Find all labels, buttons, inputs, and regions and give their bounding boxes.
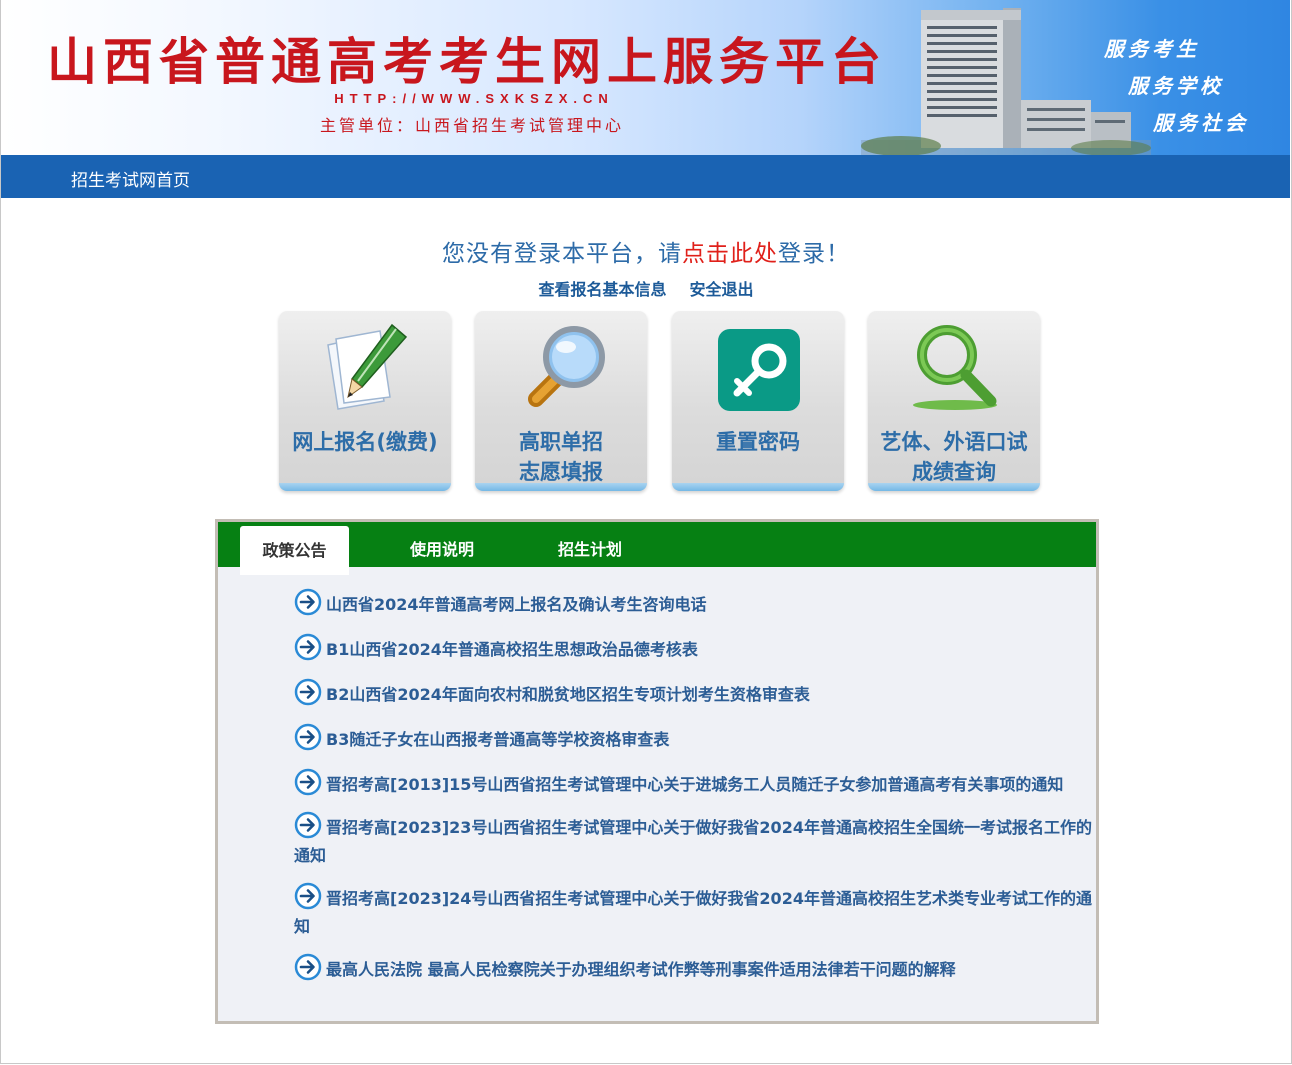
login-message-prefix: 您没有登录本平台，请 bbox=[442, 241, 682, 267]
tile-online-registration-label: 网上报名(缴费) bbox=[279, 427, 451, 457]
tile-vocational-application-label: 高职单招 志愿填报 bbox=[475, 427, 647, 487]
announcement-title: 晋招考高[2013]15号山西省招生考试管理中心关于进城务工人员随迁子女参加普通… bbox=[326, 775, 1064, 794]
building-illustration bbox=[861, 8, 1151, 155]
list-item[interactable]: 晋招考高[2023]23号山西省招生考试管理中心关于做好我省2024年普通高校招… bbox=[294, 811, 1094, 870]
announcement-list: 山西省2024年普通高考网上报名及确认考生咨询电话 B1山西省2024年普通高校… bbox=[294, 588, 1094, 984]
tile-online-registration[interactable]: 网上报名(缴费) bbox=[279, 311, 451, 491]
list-item[interactable]: 山西省2024年普通高考网上报名及确认考生咨询电话 bbox=[294, 588, 1094, 619]
login-message: 您没有登录本平台，请点击此处登录！ bbox=[0, 234, 1292, 268]
view-registration-info-link[interactable]: 查看报名基本信息 bbox=[538, 280, 666, 299]
pencil-paper-icon bbox=[327, 323, 408, 410]
header-banner: 山西省普通高考考生网上服务平台 HTTP://WWW.SXKSZX.CN 主管单… bbox=[1, 0, 1290, 155]
site-title: 山西省普通高考考生网上服务平台 bbox=[47, 33, 887, 91]
list-item[interactable]: B3随迁子女在山西报考普通高等学校资格审查表 bbox=[294, 723, 1094, 754]
slogan-1: 服务考生 bbox=[1104, 37, 1200, 61]
tile-reset-password[interactable]: 重置密码 bbox=[672, 311, 844, 491]
arrow-right-icon bbox=[294, 811, 322, 839]
site-url: HTTP://WWW.SXKSZX.CN bbox=[334, 91, 614, 106]
announcement-title: 山西省2024年普通高考网上报名及确认考生咨询电话 bbox=[326, 595, 707, 614]
tile-label-line2: 成绩查询 bbox=[912, 460, 996, 484]
tile-score-query[interactable]: 艺体、外语口试 成绩查询 bbox=[868, 311, 1040, 491]
announcement-title: 晋招考高[2023]23号山西省招生考试管理中心关于做好我省2024年普通高校招… bbox=[294, 818, 1092, 865]
account-links: 查看报名基本信息 安全退出 bbox=[0, 276, 1292, 300]
arrow-right-icon bbox=[294, 723, 322, 751]
slogan-2: 服务学校 bbox=[1128, 74, 1224, 98]
list-item[interactable]: B2山西省2024年面向农村和脱贫地区招生专项计划考生资格审查表 bbox=[294, 678, 1094, 709]
tile-reset-password-label: 重置密码 bbox=[672, 427, 844, 457]
search-icon bbox=[913, 325, 997, 410]
magnifier-icon bbox=[528, 326, 605, 407]
list-item[interactable]: 晋招考高[2023]24号山西省招生考试管理中心关于做好我省2024年普通高校招… bbox=[294, 882, 1094, 941]
nav-home-link[interactable]: 招生考试网首页 bbox=[71, 166, 190, 191]
tab-bar: 政策公告 使用说明 招生计划 bbox=[218, 522, 1096, 575]
logout-link[interactable]: 安全退出 bbox=[690, 280, 754, 299]
announcement-title: 最高人民法院 最高人民检察院关于办理组织考试作弊等刑事案件适用法律若干问题的解释 bbox=[326, 960, 956, 979]
arrow-right-icon bbox=[294, 633, 322, 661]
tab-enrollment-plan[interactable]: 招生计划 bbox=[540, 536, 640, 560]
announcement-title: B2山西省2024年面向农村和脱贫地区招生专项计划考生资格审查表 bbox=[326, 685, 810, 704]
list-item[interactable]: 最高人民法院 最高人民检察院关于办理组织考试作弊等刑事案件适用法律若干问题的解释 bbox=[294, 953, 1094, 984]
host-organization: 主管单位：山西省招生考试管理中心 bbox=[319, 116, 624, 135]
announcement-panel: 政策公告 使用说明 招生计划 山西省2024年普通高考网上报名及确认考生咨询电话… bbox=[215, 519, 1099, 1024]
arrow-right-icon bbox=[294, 588, 322, 616]
announcement-title: B3随迁子女在山西报考普通高等学校资格审查表 bbox=[326, 730, 670, 749]
arrow-right-icon bbox=[294, 953, 322, 981]
top-navbar: 招生考试网首页 bbox=[1, 155, 1290, 198]
tab-instructions[interactable]: 使用说明 bbox=[392, 536, 492, 560]
announcement-title: 晋招考高[2023]24号山西省招生考试管理中心关于做好我省2024年普通高校招… bbox=[294, 889, 1092, 936]
list-item[interactable]: 晋招考高[2013]15号山西省招生考试管理中心关于进城务工人员随迁子女参加普通… bbox=[294, 768, 1094, 799]
list-item[interactable]: B1山西省2024年普通高校招生思想政治品德考核表 bbox=[294, 633, 1094, 664]
tile-label-line2: 志愿填报 bbox=[519, 460, 603, 484]
tile-label-line1: 重置密码 bbox=[716, 430, 800, 454]
tile-label-line1: 艺体、外语口试 bbox=[880, 430, 1028, 454]
tile-label-line1: 高职单招 bbox=[519, 430, 603, 454]
tab-policy-announcements[interactable]: 政策公告 bbox=[240, 526, 349, 575]
tile-label-line1: 网上报名(缴费) bbox=[292, 430, 438, 454]
login-message-suffix: 登录！ bbox=[778, 241, 850, 267]
arrow-right-icon bbox=[294, 882, 322, 910]
key-icon bbox=[718, 329, 800, 411]
login-link[interactable]: 点击此处 bbox=[682, 241, 778, 267]
tile-score-query-label: 艺体、外语口试 成绩查询 bbox=[868, 427, 1040, 487]
slogan-3: 服务社会 bbox=[1153, 111, 1249, 135]
arrow-right-icon bbox=[294, 678, 322, 706]
arrow-right-icon bbox=[294, 768, 322, 796]
announcement-title: B1山西省2024年普通高校招生思想政治品德考核表 bbox=[326, 640, 698, 659]
tile-vocational-application[interactable]: 高职单招 志愿填报 bbox=[475, 311, 647, 491]
